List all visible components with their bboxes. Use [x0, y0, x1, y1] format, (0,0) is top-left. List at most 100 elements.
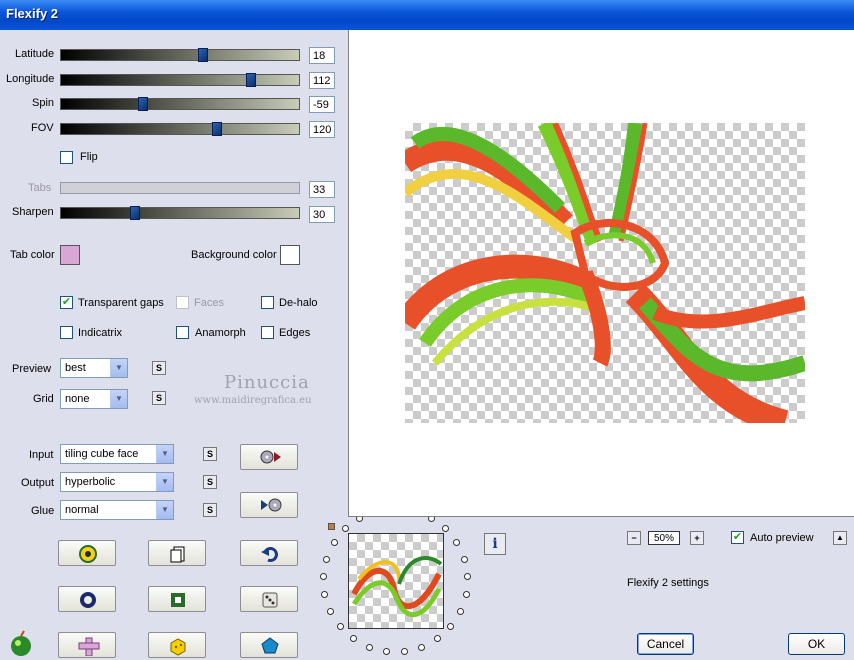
- navigator-dot: [327, 608, 335, 616]
- output-select[interactable]: hyperbolic ▼: [60, 472, 174, 492]
- thumbnail-image: [351, 556, 443, 618]
- navigator-dot: [323, 555, 331, 563]
- dice-icon: [262, 592, 278, 608]
- input-load-button[interactable]: [240, 444, 298, 470]
- navigator-handle[interactable]: [328, 523, 335, 530]
- input-select[interactable]: tiling cube face ▼: [60, 444, 174, 464]
- longitude-field[interactable]: 112: [309, 72, 335, 89]
- indicatrix-checkbox[interactable]: [60, 326, 73, 339]
- zoom-in-button[interactable]: +: [690, 531, 704, 545]
- auto-preview-checkbox[interactable]: ✔: [731, 531, 744, 544]
- navigator-dot: [462, 591, 470, 599]
- grid-s-button[interactable]: S: [152, 391, 166, 405]
- collapse-up-button[interactable]: ▲: [833, 531, 847, 545]
- latitude-field[interactable]: 18: [309, 47, 335, 64]
- cross-icon: [78, 637, 100, 656]
- de-halo-checkbox[interactable]: [261, 296, 274, 309]
- preview-label: Preview: [12, 363, 52, 375]
- sharpen-slider-thumb[interactable]: [130, 206, 140, 220]
- grid-select[interactable]: none ▼: [60, 389, 128, 409]
- fov-slider-thumb[interactable]: [212, 122, 222, 136]
- navigator-dot: [320, 573, 328, 581]
- preview-select[interactable]: best ▼: [60, 358, 128, 378]
- navigator-dot: [463, 573, 471, 581]
- tabs-field[interactable]: 33: [309, 181, 335, 198]
- output-save-button[interactable]: [240, 492, 298, 518]
- disc-play-icon: [260, 450, 281, 464]
- spin-slider-thumb[interactable]: [138, 97, 148, 111]
- longitude-slider-thumb[interactable]: [246, 73, 256, 87]
- input-select-value: tiling cube face: [65, 448, 139, 460]
- edges-checkbox[interactable]: [261, 326, 274, 339]
- navigator-dot: [418, 644, 426, 652]
- output-s-button[interactable]: S: [203, 475, 217, 489]
- fov-slider[interactable]: [60, 122, 300, 136]
- cross-button[interactable]: [58, 632, 116, 658]
- cube-icon: [170, 638, 186, 656]
- grid-select-value: none: [65, 393, 90, 405]
- preview-s-button[interactable]: S: [152, 361, 166, 375]
- background-color-swatch[interactable]: [280, 245, 300, 265]
- auto-preview-label: Auto preview: [750, 532, 814, 544]
- cube-button[interactable]: [148, 632, 206, 658]
- navigator-dot: [453, 539, 461, 547]
- glue-select[interactable]: normal ▼: [60, 500, 174, 520]
- title-bar: Flexify 2: [0, 0, 854, 30]
- tabs-label: Tabs: [28, 182, 52, 194]
- longitude-slider[interactable]: [60, 73, 300, 87]
- anamorph-checkbox[interactable]: [176, 326, 189, 339]
- dice-button[interactable]: [240, 586, 298, 612]
- zoom-level: 50%: [648, 531, 680, 545]
- spin-label: Spin: [32, 97, 55, 109]
- dice-spin-icon: [79, 545, 97, 563]
- play-disc-icon: [261, 498, 282, 512]
- flaming-pear-logo-icon: [11, 630, 31, 656]
- cancel-button[interactable]: Cancel: [637, 633, 694, 655]
- pentagon-icon: [261, 637, 279, 654]
- input-s-button[interactable]: S: [203, 447, 217, 461]
- zoom-out-button[interactable]: −: [627, 531, 641, 545]
- watermark-name: Pinuccia: [224, 372, 310, 393]
- latitude-slider[interactable]: [60, 48, 300, 62]
- navigator-dot: [349, 635, 357, 643]
- spin-field[interactable]: -59: [309, 96, 335, 113]
- chevron-down-icon[interactable]: ▼: [156, 445, 173, 463]
- chevron-down-icon[interactable]: ▼: [110, 390, 127, 408]
- preview-canvas[interactable]: [405, 123, 805, 423]
- longitude-label: Longitude: [6, 73, 55, 85]
- sharpen-field[interactable]: 30: [309, 206, 335, 223]
- output-select-value: hyperbolic: [65, 476, 116, 488]
- undo-button[interactable]: [240, 540, 298, 566]
- transparent-gaps-checkbox[interactable]: ✔: [60, 296, 73, 309]
- navigator-dot: [365, 644, 373, 652]
- chevron-down-icon[interactable]: ▼: [156, 501, 173, 519]
- navigator-thumbnail[interactable]: [348, 533, 444, 629]
- tab-color-swatch[interactable]: [60, 245, 80, 265]
- flip-checkbox[interactable]: [60, 151, 73, 164]
- chevron-down-icon[interactable]: ▼: [110, 359, 127, 377]
- pentagon-button[interactable]: [240, 632, 298, 658]
- fov-field[interactable]: 120: [309, 121, 335, 138]
- preview-area[interactable]: [348, 30, 854, 517]
- preview-image: [405, 123, 805, 423]
- latitude-label: Latitude: [15, 48, 55, 60]
- page-icon: [170, 546, 185, 563]
- chevron-down-icon[interactable]: ▼: [156, 473, 173, 491]
- navigator-dot: [341, 525, 349, 533]
- latitude-slider-thumb[interactable]: [198, 48, 208, 62]
- preview-select-value: best: [65, 362, 86, 374]
- info-button[interactable]: i: [484, 533, 506, 555]
- faces-checkbox: [176, 296, 189, 309]
- ok-button[interactable]: OK: [788, 633, 845, 655]
- window-title: Flexify 2: [6, 6, 59, 21]
- navigator-dot: [447, 623, 455, 631]
- sharpen-slider[interactable]: [60, 206, 300, 220]
- sharpen-label: Sharpen: [12, 206, 54, 218]
- frame-button[interactable]: [148, 586, 206, 612]
- glue-s-button[interactable]: S: [203, 503, 217, 517]
- random-button[interactable]: [58, 540, 116, 566]
- copy-button[interactable]: [148, 540, 206, 566]
- edges-label: Edges: [279, 327, 311, 339]
- ring-button[interactable]: [58, 586, 116, 612]
- spin-slider[interactable]: [60, 97, 300, 111]
